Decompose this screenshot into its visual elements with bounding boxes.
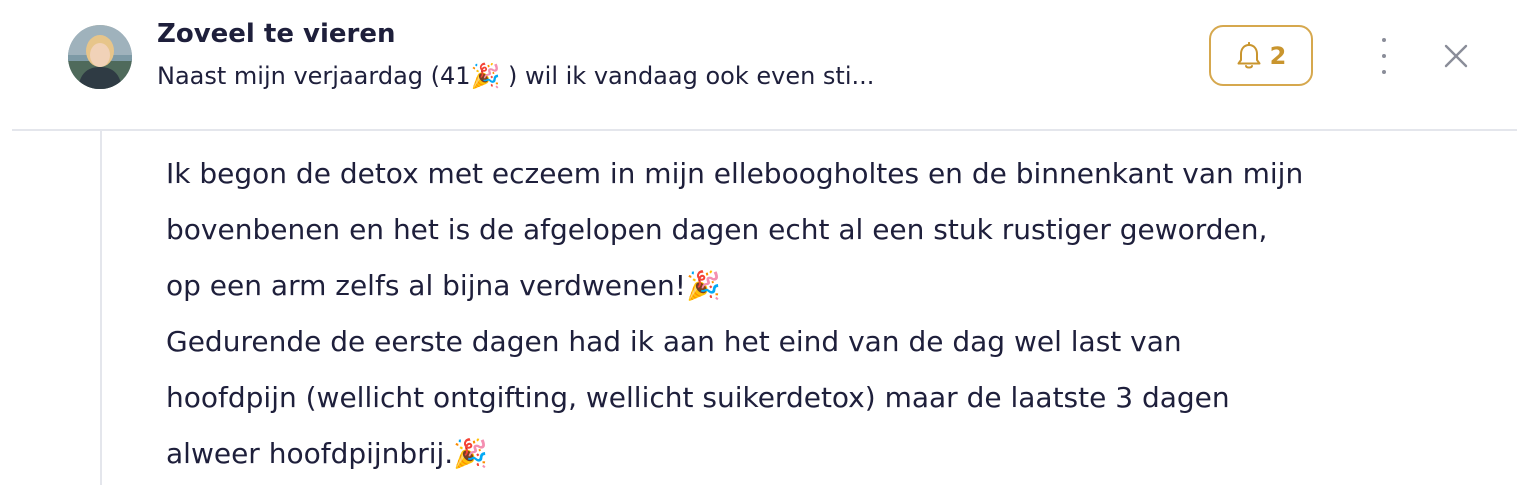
avatar[interactable] [68,25,132,89]
notification-count: 2 [1269,41,1287,70]
conversation-header: Zoveel te vieren Naast mijn verjaardag (… [0,0,1517,130]
notifications-button[interactable]: 2 [1209,25,1313,86]
thread-line [100,131,102,485]
conversation-preview: Naast mijn verjaardag (41🎉 ) wil ik vand… [157,62,875,90]
message-line: Gedurende de eerste dagen had ik aan het… [166,325,1182,358]
more-options-button[interactable] [1370,38,1398,74]
conversation-title: Zoveel te vieren [157,19,396,49]
message-body: Ik begon de detox met eczeem in mijn ell… [166,146,1466,482]
vertical-dots-icon [1382,38,1386,42]
message-line: alweer hoofdpijnbrij.🎉 [166,437,489,470]
message-line: Ik begon de detox met eczeem in mijn ell… [166,157,1304,190]
avatar-photo [68,25,132,89]
header-divider [12,129,1517,131]
message-line: bovenbenen en het is de afgelopen dagen … [166,213,1268,246]
bell-icon [1237,41,1261,68]
message-line: hoofdpijn (wellicht ontgifting, wellicht… [166,381,1230,414]
close-button[interactable] [1440,40,1472,72]
message-line: op een arm zelfs al bijna verdwenen!🎉 [166,269,721,302]
close-icon [1444,44,1468,68]
